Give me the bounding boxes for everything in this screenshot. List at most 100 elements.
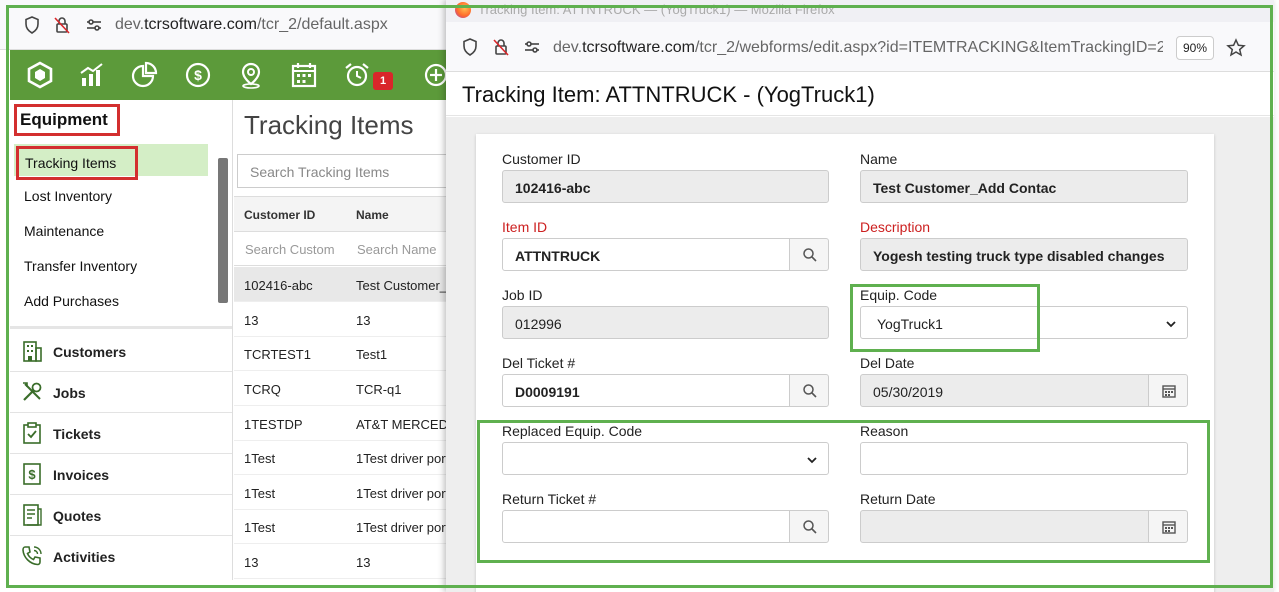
alarm-clock-icon[interactable] bbox=[343, 61, 371, 89]
calendar-icon[interactable] bbox=[290, 61, 318, 89]
del-ticket-search-button[interactable] bbox=[789, 374, 829, 407]
table-row[interactable]: 13 13 bbox=[234, 544, 450, 579]
popup-address-bar: dev.tcrsoftware.com/tcr_2/webforms/edit.… bbox=[446, 22, 1274, 72]
cell-customer-id: 1TESTDP bbox=[244, 417, 303, 432]
sidebar-item-activities[interactable]: Activities bbox=[10, 536, 232, 577]
cell-name: Test1 bbox=[356, 347, 388, 362]
bookmark-star-icon[interactable] bbox=[1226, 38, 1246, 58]
phone-call-icon bbox=[20, 544, 44, 568]
replaced-equip-code-label: Replaced Equip. Code bbox=[502, 423, 643, 439]
zoom-level-badge[interactable]: 90% bbox=[1176, 36, 1214, 60]
table-row[interactable]: 102416-abc Test Customer_A bbox=[234, 267, 450, 302]
return-date-field[interactable] bbox=[860, 510, 1149, 543]
equipment-submenu: Tracking Items Lost Inventory Maintenanc… bbox=[10, 140, 218, 325]
sidebar-item-maintenance[interactable]: Maintenance bbox=[24, 223, 104, 239]
equip-code-value: YogTruck1 bbox=[877, 316, 943, 332]
sidebar-item-jobs[interactable]: Jobs bbox=[10, 372, 232, 413]
filter-row: Search Custom Search Name bbox=[234, 232, 450, 266]
analytics-icon[interactable] bbox=[78, 61, 106, 89]
cell-name: 1Test driver porta bbox=[356, 486, 450, 501]
sidebar-item-quotes[interactable]: Quotes bbox=[10, 495, 232, 536]
edit-popup-window: Tracking Item: ATTNTRUCK — (YogTruck1) —… bbox=[446, 0, 1274, 592]
popup-window-title: Tracking Item: ATTNTRUCK — (YogTruck1) —… bbox=[478, 2, 835, 17]
equip-code-select[interactable]: YogTruck1 bbox=[860, 306, 1188, 339]
table-row[interactable]: 1Test 1Test driver porta bbox=[234, 475, 450, 510]
cell-customer-id: 1Test bbox=[244, 520, 276, 535]
table-row[interactable]: 1Test 1Test driver porta bbox=[234, 509, 450, 544]
sidebar-item-customers[interactable]: Customers bbox=[10, 331, 232, 372]
pie-chart-icon[interactable] bbox=[130, 61, 158, 89]
table-row[interactable]: 1Test 1Test driver porta bbox=[234, 440, 450, 475]
return-ticket-field[interactable] bbox=[502, 510, 790, 543]
chevron-down-icon bbox=[1166, 321, 1176, 328]
sidebar-item-label: Customers bbox=[53, 344, 127, 360]
cell-name: 1Test driver porta bbox=[356, 520, 450, 535]
description-label: Description bbox=[860, 219, 931, 235]
replaced-equip-code-select[interactable] bbox=[502, 442, 829, 475]
firefox-logo-icon bbox=[455, 2, 471, 18]
shield-icon[interactable] bbox=[460, 37, 480, 57]
del-ticket-field[interactable]: D0009191 bbox=[502, 374, 790, 407]
map-pin-icon[interactable] bbox=[237, 61, 265, 89]
sidebar-section-equipment[interactable]: Equipment bbox=[14, 104, 120, 136]
dollar-icon[interactable]: $ bbox=[184, 61, 212, 89]
cell-customer-id: 13 bbox=[244, 313, 259, 328]
sidebar-item-add-purchases[interactable]: Add Purchases bbox=[24, 293, 119, 309]
sidebar-item-tickets[interactable]: Tickets bbox=[10, 413, 232, 454]
del-date-field[interactable]: 05/30/2019 bbox=[860, 374, 1149, 407]
equip-code-label: Equip. Code bbox=[860, 287, 938, 303]
permissions-icon[interactable] bbox=[522, 37, 542, 57]
sidebar-divider bbox=[10, 326, 232, 329]
reason-label: Reason bbox=[860, 423, 909, 439]
cell-name: 1Test driver porta bbox=[356, 451, 450, 466]
logo-hexagon-icon[interactable] bbox=[26, 61, 54, 89]
svg-text:$: $ bbox=[28, 467, 36, 482]
job-id-field: 012996 bbox=[502, 306, 829, 339]
sidebar-item-invoices[interactable]: $ Invoices bbox=[10, 454, 232, 495]
bg-url-text[interactable]: dev.tcrsoftware.com/tcr_2/default.aspx bbox=[115, 16, 388, 34]
sidebar-scrollbar[interactable] bbox=[218, 158, 228, 303]
reason-field[interactable] bbox=[860, 442, 1188, 475]
popup-header: Tracking Item: ATTNTRUCK - (YogTruck1) bbox=[446, 72, 1274, 116]
return-ticket-search-button[interactable] bbox=[789, 510, 829, 543]
tracking-protection-icon[interactable] bbox=[52, 15, 72, 35]
del-date-calendar-button[interactable] bbox=[1148, 374, 1188, 407]
description-field[interactable]: Yogesh testing truck type disabled chang… bbox=[860, 238, 1188, 271]
popup-title-bar[interactable]: Tracking Item: ATTNTRUCK — (YogTruck1) —… bbox=[446, 0, 1274, 22]
sidebar: Equipment Tracking Items Lost Inventory … bbox=[10, 100, 233, 580]
cell-name: 13 bbox=[356, 313, 371, 328]
name-filter-input[interactable]: Search Name bbox=[357, 242, 452, 257]
popup-url-text[interactable]: dev.tcrsoftware.com/tcr_2/webforms/edit.… bbox=[553, 39, 1163, 57]
item-id-label: Item ID bbox=[502, 219, 548, 235]
cell-customer-id: 1Test bbox=[244, 486, 276, 501]
table-row[interactable]: 13 13 bbox=[234, 302, 450, 337]
sidebar-item-label: Tracking Items bbox=[16, 146, 138, 180]
sidebar-item-label: Activities bbox=[53, 549, 116, 565]
name-label: Name bbox=[860, 151, 898, 167]
permissions-icon[interactable] bbox=[84, 15, 104, 35]
column-header-name[interactable]: Name bbox=[356, 208, 389, 222]
search-input[interactable]: Search Tracking Items bbox=[237, 154, 467, 188]
sidebar-item-lost-inventory[interactable]: Lost Inventory bbox=[24, 188, 112, 204]
item-id-field[interactable]: ATTNTRUCK bbox=[502, 238, 790, 271]
table-row[interactable]: TCRQ TCR-q1 bbox=[234, 371, 450, 406]
building-icon bbox=[20, 339, 44, 363]
item-id-search-button[interactable] bbox=[789, 238, 829, 271]
table-row[interactable]: TCRTEST1 Test1 bbox=[234, 336, 450, 371]
tools-icon bbox=[20, 380, 44, 404]
page-title: Tracking Items bbox=[244, 110, 414, 140]
tracking-protection-icon[interactable] bbox=[491, 37, 511, 57]
sidebar-item-label: Invoices bbox=[53, 467, 110, 483]
column-header-customer-id[interactable]: Customer ID bbox=[244, 208, 315, 222]
sidebar-item-transfer-inventory[interactable]: Transfer Inventory bbox=[24, 258, 137, 274]
return-date-calendar-button[interactable] bbox=[1148, 510, 1188, 543]
sidebar-item-tracking-items[interactable]: Tracking Items bbox=[14, 144, 208, 180]
shield-icon[interactable] bbox=[22, 15, 42, 35]
customer-id-filter-input[interactable]: Search Custom bbox=[245, 242, 340, 257]
table-row[interactable]: 1TESTDP AT&T MERCED bbox=[234, 406, 450, 441]
cell-name: 13 bbox=[356, 555, 371, 570]
clipboard-check-icon bbox=[20, 421, 44, 445]
bg-address-bar: dev.tcrsoftware.com/tcr_2/default.aspx bbox=[0, 0, 450, 50]
page-title: Tracking Item: ATTNTRUCK - (YogTruck1) bbox=[462, 82, 875, 107]
cell-name: Test Customer_A bbox=[356, 278, 450, 293]
